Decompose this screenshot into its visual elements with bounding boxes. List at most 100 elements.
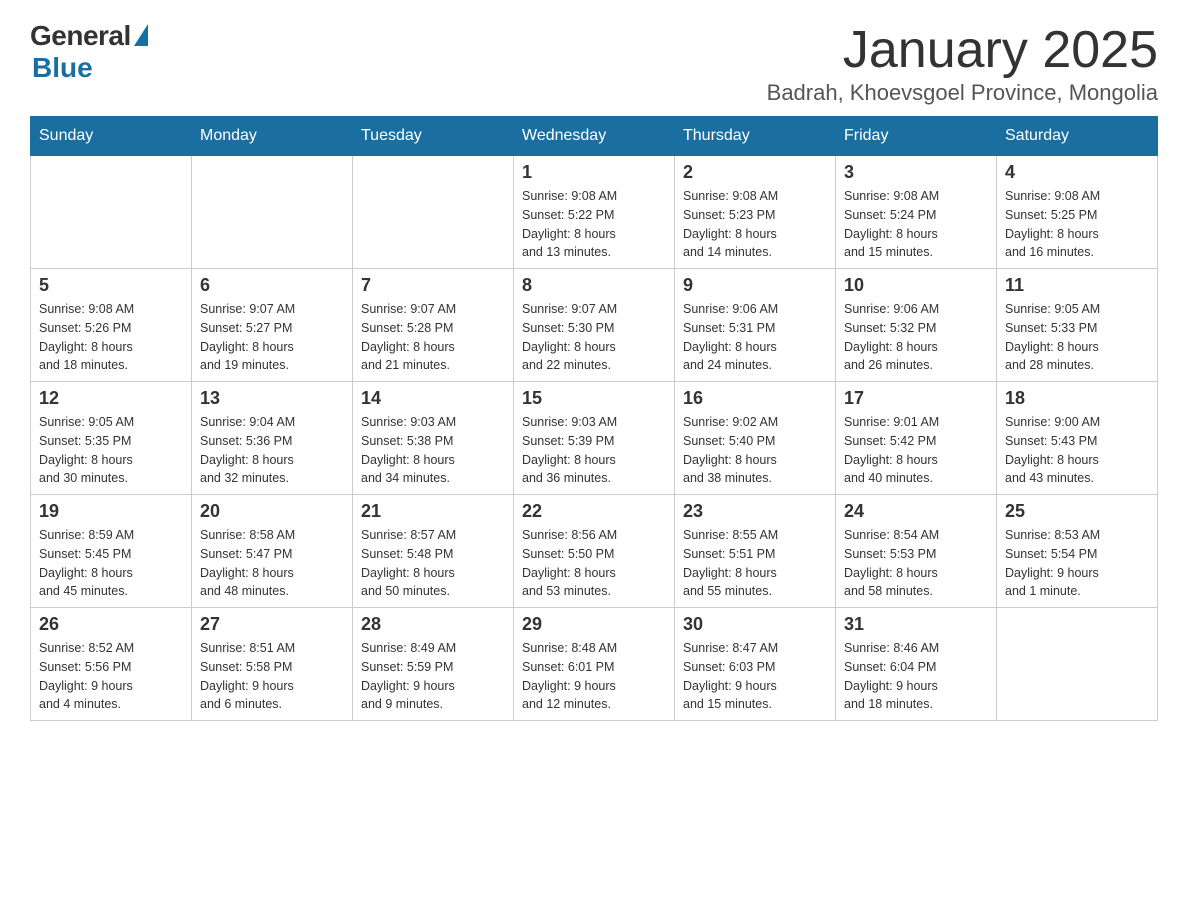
day-number: 6 [200,275,344,296]
weekday-header-sunday: Sunday [31,117,192,156]
calendar-cell: 13 Sunrise: 9:04 AM Sunset: 5:36 PM Dayli… [192,382,353,495]
day-number: 11 [1005,275,1149,296]
day-info: Sunrise: 9:05 AM Sunset: 5:35 PM Dayligh… [39,413,183,488]
logo-blue-text: Blue [32,52,93,84]
calendar-cell [192,156,353,269]
calendar-cell: 14 Sunrise: 9:03 AM Sunset: 5:38 PM Dayli… [353,382,514,495]
calendar-cell: 5Sunrise: 9:08 AM Sunset: 5:26 PM Daylig… [31,269,192,382]
day-number: 18 [1005,388,1149,409]
calendar-cell: 7 Sunrise: 9:07 AM Sunset: 5:28 PM Daylig… [353,269,514,382]
day-number: 9 [683,275,827,296]
day-info: Sunrise: 9:08 AM Sunset: 5:25 PM Dayligh… [1005,187,1149,262]
weekday-header-row: SundayMondayTuesdayWednesdayThursdayFrid… [31,117,1158,156]
day-number: 26 [39,614,183,635]
calendar-cell [31,156,192,269]
logo-general-text: General [30,20,131,52]
calendar-cell: 24 Sunrise: 8:54 AM Sunset: 5:53 PM Dayli… [836,495,997,608]
day-number: 21 [361,501,505,522]
calendar-cell: 20 Sunrise: 8:58 AM Sunset: 5:47 PM Dayli… [192,495,353,608]
calendar-cell: 25 Sunrise: 8:53 AM Sunset: 5:54 PM Dayli… [997,495,1158,608]
day-info: Sunrise: 9:06 AM Sunset: 5:31 PM Dayligh… [683,300,827,375]
day-info: Sunrise: 9:08 AM Sunset: 5:23 PM Dayligh… [683,187,827,262]
calendar-cell: 2 Sunrise: 9:08 AM Sunset: 5:23 PM Daylig… [675,156,836,269]
day-info: Sunrise: 8:48 AM Sunset: 6:01 PM Dayligh… [522,639,666,714]
calendar-cell: 16Sunrise: 9:02 AM Sunset: 5:40 PM Dayli… [675,382,836,495]
calendar-cell: 1Sunrise: 9:08 AM Sunset: 5:22 PM Daylig… [514,156,675,269]
day-number: 31 [844,614,988,635]
calendar-cell: 23 Sunrise: 8:55 AM Sunset: 5:51 PM Dayli… [675,495,836,608]
day-info: Sunrise: 8:57 AM Sunset: 5:48 PM Dayligh… [361,526,505,601]
calendar-cell: 11 Sunrise: 9:05 AM Sunset: 5:33 PM Dayli… [997,269,1158,382]
calendar-week-row: 5Sunrise: 9:08 AM Sunset: 5:26 PM Daylig… [31,269,1158,382]
day-info: Sunrise: 8:53 AM Sunset: 5:54 PM Dayligh… [1005,526,1149,601]
day-info: Sunrise: 8:52 AM Sunset: 5:56 PM Dayligh… [39,639,183,714]
calendar-cell: 29Sunrise: 8:48 AM Sunset: 6:01 PM Dayli… [514,608,675,721]
day-info: Sunrise: 8:56 AM Sunset: 5:50 PM Dayligh… [522,526,666,601]
day-number: 20 [200,501,344,522]
weekday-header-thursday: Thursday [675,117,836,156]
calendar-cell: 18 Sunrise: 9:00 AM Sunset: 5:43 PM Dayli… [997,382,1158,495]
day-info: Sunrise: 8:49 AM Sunset: 5:59 PM Dayligh… [361,639,505,714]
day-number: 19 [39,501,183,522]
day-number: 14 [361,388,505,409]
page-header: General Blue January 2025 Badrah, Khoevs… [30,20,1158,106]
day-info: Sunrise: 9:04 AM Sunset: 5:36 PM Dayligh… [200,413,344,488]
calendar-cell: 6Sunrise: 9:07 AM Sunset: 5:27 PM Daylig… [192,269,353,382]
day-number: 25 [1005,501,1149,522]
title-section: January 2025 Badrah, Khoevsgoel Province… [767,20,1158,106]
day-info: Sunrise: 9:03 AM Sunset: 5:38 PM Dayligh… [361,413,505,488]
day-info: Sunrise: 8:51 AM Sunset: 5:58 PM Dayligh… [200,639,344,714]
day-info: Sunrise: 8:54 AM Sunset: 5:53 PM Dayligh… [844,526,988,601]
day-info: Sunrise: 9:02 AM Sunset: 5:40 PM Dayligh… [683,413,827,488]
calendar-cell: 26 Sunrise: 8:52 AM Sunset: 5:56 PM Dayli… [31,608,192,721]
calendar-cell: 22 Sunrise: 8:56 AM Sunset: 5:50 PM Dayli… [514,495,675,608]
day-number: 30 [683,614,827,635]
calendar-cell: 9 Sunrise: 9:06 AM Sunset: 5:31 PM Daylig… [675,269,836,382]
day-number: 7 [361,275,505,296]
calendar-cell: 30Sunrise: 8:47 AM Sunset: 6:03 PM Dayli… [675,608,836,721]
day-info: Sunrise: 9:06 AM Sunset: 5:32 PM Dayligh… [844,300,988,375]
day-number: 4 [1005,162,1149,183]
day-info: Sunrise: 9:08 AM Sunset: 5:26 PM Dayligh… [39,300,183,375]
calendar-cell: 21 Sunrise: 8:57 AM Sunset: 5:48 PM Dayli… [353,495,514,608]
day-info: Sunrise: 9:07 AM Sunset: 5:30 PM Dayligh… [522,300,666,375]
weekday-header-friday: Friday [836,117,997,156]
day-info: Sunrise: 8:59 AM Sunset: 5:45 PM Dayligh… [39,526,183,601]
month-title: January 2025 [767,20,1158,80]
calendar-week-row: 1Sunrise: 9:08 AM Sunset: 5:22 PM Daylig… [31,156,1158,269]
day-number: 2 [683,162,827,183]
day-number: 24 [844,501,988,522]
calendar-table: SundayMondayTuesdayWednesdayThursdayFrid… [30,116,1158,721]
weekday-header-monday: Monday [192,117,353,156]
day-info: Sunrise: 9:00 AM Sunset: 5:43 PM Dayligh… [1005,413,1149,488]
location-title: Badrah, Khoevsgoel Province, Mongolia [767,80,1158,106]
day-number: 3 [844,162,988,183]
day-info: Sunrise: 9:05 AM Sunset: 5:33 PM Dayligh… [1005,300,1149,375]
day-number: 23 [683,501,827,522]
calendar-cell: 17 Sunrise: 9:01 AM Sunset: 5:42 PM Dayli… [836,382,997,495]
day-info: Sunrise: 9:01 AM Sunset: 5:42 PM Dayligh… [844,413,988,488]
day-info: Sunrise: 8:55 AM Sunset: 5:51 PM Dayligh… [683,526,827,601]
day-number: 22 [522,501,666,522]
calendar-cell: 8 Sunrise: 9:07 AM Sunset: 5:30 PM Daylig… [514,269,675,382]
day-number: 8 [522,275,666,296]
day-info: Sunrise: 9:08 AM Sunset: 5:22 PM Dayligh… [522,187,666,262]
day-info: Sunrise: 8:58 AM Sunset: 5:47 PM Dayligh… [200,526,344,601]
weekday-header-tuesday: Tuesday [353,117,514,156]
calendar-cell: 28Sunrise: 8:49 AM Sunset: 5:59 PM Dayli… [353,608,514,721]
day-info: Sunrise: 9:03 AM Sunset: 5:39 PM Dayligh… [522,413,666,488]
calendar-cell: 10Sunrise: 9:06 AM Sunset: 5:32 PM Dayli… [836,269,997,382]
day-number: 13 [200,388,344,409]
day-number: 12 [39,388,183,409]
logo-triangle-icon [134,24,148,46]
calendar-week-row: 26 Sunrise: 8:52 AM Sunset: 5:56 PM Dayli… [31,608,1158,721]
calendar-cell: 3Sunrise: 9:08 AM Sunset: 5:24 PM Daylig… [836,156,997,269]
calendar-cell: 15 Sunrise: 9:03 AM Sunset: 5:39 PM Dayli… [514,382,675,495]
day-info: Sunrise: 9:07 AM Sunset: 5:28 PM Dayligh… [361,300,505,375]
calendar-cell [353,156,514,269]
day-info: Sunrise: 8:46 AM Sunset: 6:04 PM Dayligh… [844,639,988,714]
day-number: 15 [522,388,666,409]
calendar-cell: 19 Sunrise: 8:59 AM Sunset: 5:45 PM Dayli… [31,495,192,608]
day-number: 17 [844,388,988,409]
weekday-header-wednesday: Wednesday [514,117,675,156]
